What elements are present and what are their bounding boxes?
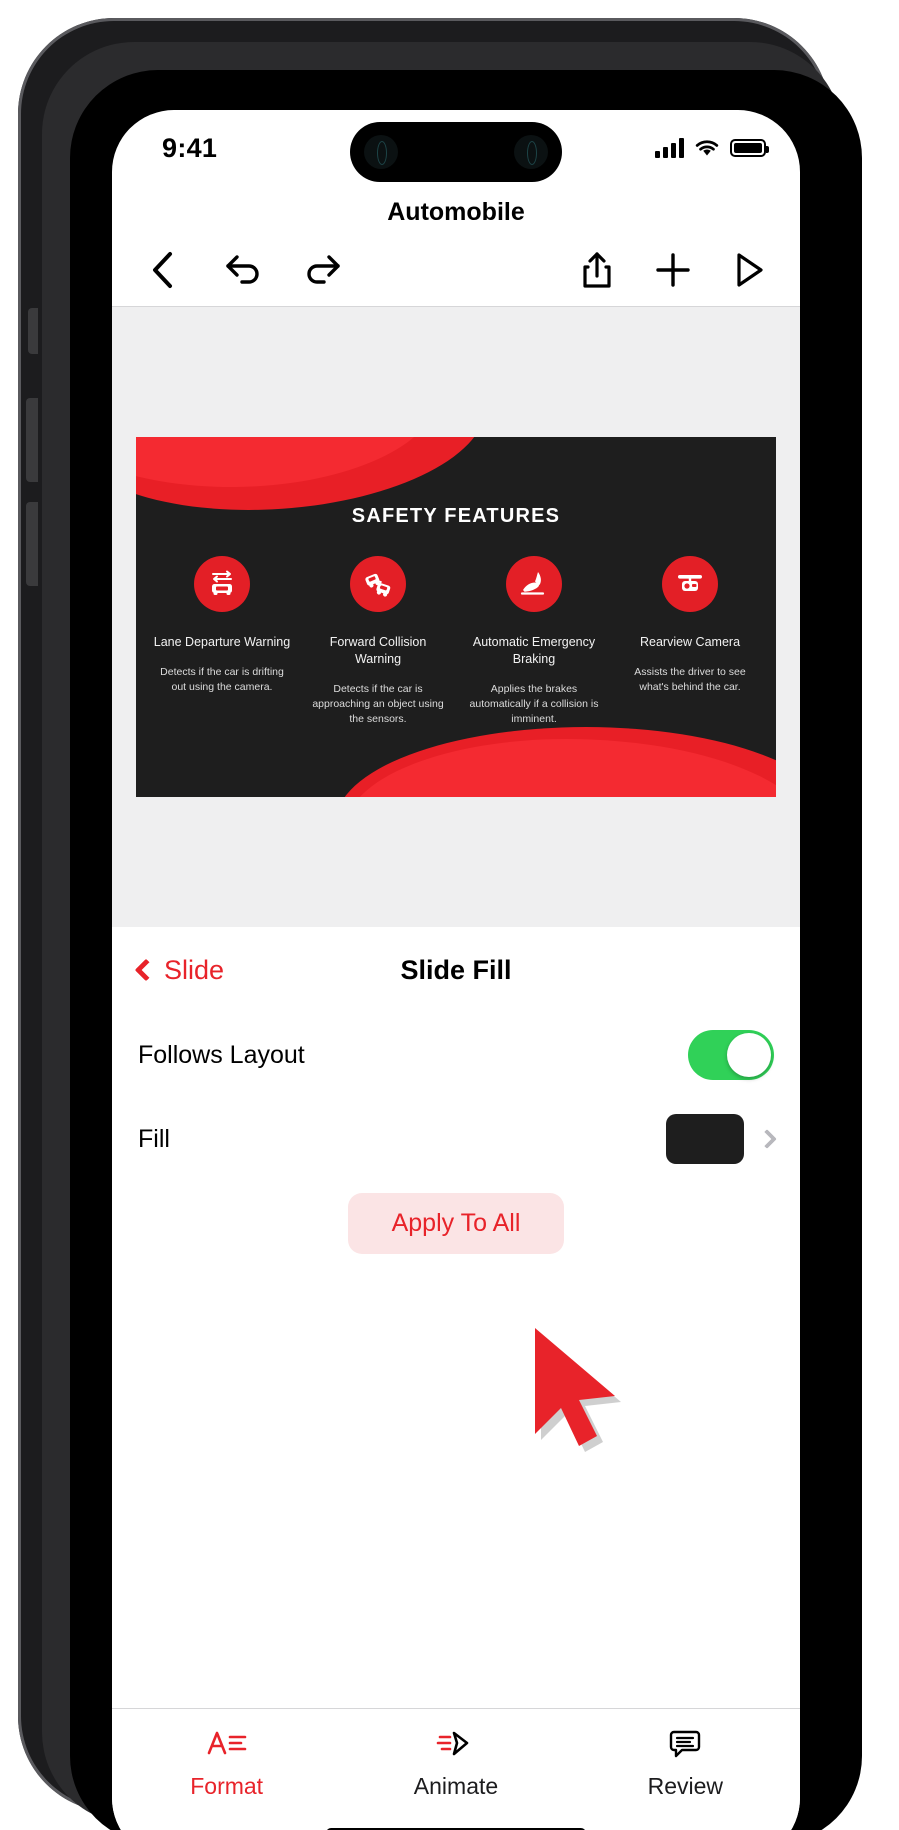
feature-description: Detects if the car is drifting out using… <box>160 665 284 693</box>
undo-icon[interactable] <box>220 247 266 293</box>
tab-animate-label: Animate <box>413 1773 499 1799</box>
fill-label: Fill <box>138 1124 170 1153</box>
feature-name: Lane Departure Warning <box>153 635 291 649</box>
silent-switch[interactable] <box>28 308 38 354</box>
apply-to-all-button[interactable]: Apply To All <box>347 1193 565 1254</box>
share-icon[interactable] <box>574 247 620 293</box>
status-time: 9:41 <box>162 132 218 163</box>
row-follows-layout[interactable]: Follows Layout <box>112 1013 800 1097</box>
inspector-title: Slide Fill <box>400 954 512 985</box>
inspector-header: Slide Slide Fill <box>112 927 800 1013</box>
mouse-pointer-icon <box>535 1328 621 1452</box>
volume-down-button[interactable] <box>26 502 38 586</box>
face-id-sensor-icon <box>514 135 548 169</box>
play-icon[interactable] <box>726 247 772 293</box>
slide-canvas[interactable]: SAFETY FEATURES Lane Departure Warning D… <box>112 307 800 927</box>
forward-collision-crash-icon <box>350 556 406 612</box>
rearview-camera-icon <box>662 556 718 612</box>
tab-animate[interactable]: Animate <box>341 1709 570 1830</box>
front-camera-icon <box>364 135 398 169</box>
feature-item: Lane Departure Warning Detects if the ca… <box>144 556 300 726</box>
emergency-braking-pedal-icon <box>506 556 562 612</box>
document-title: Automobile <box>387 198 525 226</box>
back-icon[interactable] <box>140 247 186 293</box>
wifi-icon <box>695 140 719 156</box>
feature-description: Assists the driver to see what's behind … <box>634 665 746 693</box>
follows-layout-toggle[interactable] <box>688 1030 774 1080</box>
status-indicators <box>655 138 769 158</box>
cellular-bars-icon <box>655 138 684 158</box>
redo-icon[interactable] <box>300 247 346 293</box>
fill-color-swatch[interactable] <box>666 1114 744 1164</box>
toolbar <box>112 233 800 307</box>
back-to-slide-button[interactable]: Slide <box>134 954 225 986</box>
screenshot-stage: 9:41 Automobile SAFETY FEATURES Lane Dep… <box>0 0 899 1830</box>
feature-item: Forward Collision Warning Detects if the… <box>300 556 456 726</box>
feature-item: Automatic Emergency Braking Applies the … <box>456 556 612 726</box>
feature-name: Forward Collision Warning <box>329 635 427 666</box>
slide-title: SAFETY FEATURES <box>351 505 561 527</box>
bottom-tab-bar: Format Animate Review <box>112 1708 800 1830</box>
phone-body: 9:41 Automobile SAFETY FEATURES Lane Dep… <box>70 70 862 1830</box>
volume-up-button[interactable] <box>26 398 38 482</box>
animate-arrow-icon <box>436 1731 469 1756</box>
tab-format[interactable]: Format <box>112 1709 341 1830</box>
tab-review-label: Review <box>647 1773 724 1799</box>
apply-to-all-container: Apply To All <box>112 1181 800 1254</box>
feature-name: Rearview Camera <box>639 635 741 649</box>
slide-fill-inspector: Slide Slide Fill Follows Layout Fill App… <box>112 927 800 1254</box>
lane-departure-car-icon <box>194 556 250 612</box>
dynamic-island <box>350 122 562 182</box>
row-fill[interactable]: Fill <box>112 1097 800 1181</box>
format-text-icon <box>207 1731 246 1755</box>
phone-frame: 9:41 Automobile SAFETY FEATURES Lane Dep… <box>18 18 862 1830</box>
slide-thumbnail[interactable]: SAFETY FEATURES Lane Departure Warning D… <box>136 437 776 797</box>
back-to-slide-label: Slide <box>164 954 225 985</box>
phone-screen: 9:41 Automobile SAFETY FEATURES Lane Dep… <box>112 110 800 1830</box>
follows-layout-label: Follows Layout <box>138 1040 305 1069</box>
toggle-knob <box>727 1033 771 1077</box>
chevron-right-icon <box>757 1129 777 1149</box>
feature-description: Detects if the car is approaching an obj… <box>312 682 444 725</box>
plus-icon[interactable] <box>650 247 696 293</box>
comment-bubble-icon <box>670 1730 701 1758</box>
tab-format-label: Format <box>190 1773 264 1799</box>
phone-bezel: 9:41 Automobile SAFETY FEATURES Lane Dep… <box>42 42 862 1830</box>
feature-name: Automatic Emergency Braking <box>472 635 596 666</box>
feature-list: Lane Departure Warning Detects if the ca… <box>136 528 776 726</box>
feature-item: Rearview Camera Assists the driver to se… <box>612 556 768 726</box>
status-bar: 9:41 <box>112 110 800 186</box>
tab-review[interactable]: Review <box>571 1709 800 1830</box>
chevron-left-icon <box>134 958 158 982</box>
battery-full-icon <box>730 139 769 157</box>
feature-description: Applies the brakes automatically if a co… <box>469 682 599 725</box>
